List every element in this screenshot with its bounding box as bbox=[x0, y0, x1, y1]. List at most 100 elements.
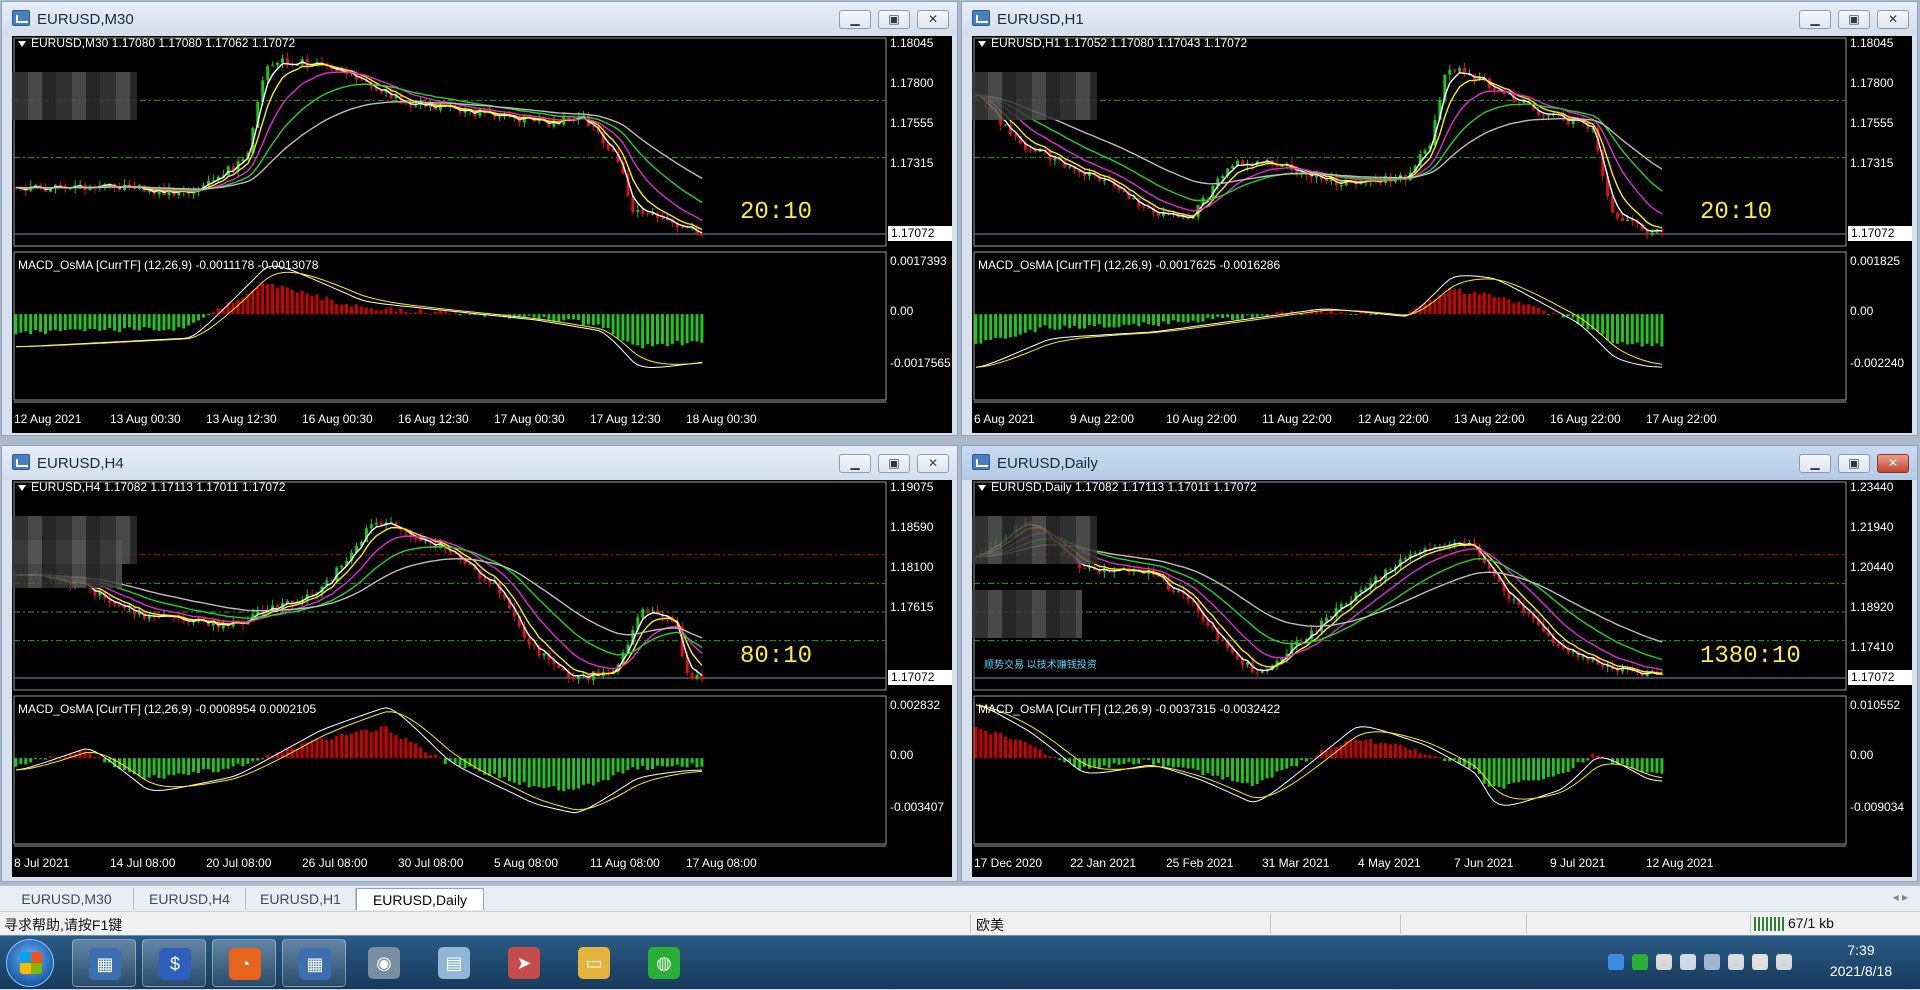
collapse-triangle-icon[interactable] bbox=[978, 484, 986, 491]
chart-area[interactable]: EURUSD,H1 1.17052 1.17080 1.17043 1.1707… bbox=[972, 36, 1912, 433]
candle bbox=[1537, 106, 1541, 118]
macd-bar bbox=[572, 314, 576, 320]
macd-bar bbox=[1250, 314, 1254, 318]
macd-bar bbox=[1053, 314, 1057, 330]
minimize-button[interactable]: ▁ bbox=[839, 10, 871, 29]
chart-window-bl[interactable]: EURUSD,H4 ▁ ▣ ✕ EURUSD,H4 1.17082 1.1711… bbox=[1, 445, 958, 882]
window-titlebar[interactable]: EURUSD,H1 ▁ ▣ ✕ bbox=[962, 2, 1917, 36]
macd-bar bbox=[34, 758, 38, 760]
macd-bar bbox=[428, 313, 432, 315]
mute-icon[interactable] bbox=[1752, 954, 1768, 970]
macd-bar bbox=[1186, 758, 1190, 769]
macd-bar bbox=[1556, 313, 1560, 315]
current-price-tag: 1.17072 bbox=[1848, 670, 1912, 685]
macd-bar bbox=[359, 730, 363, 759]
wechat-tray-icon[interactable] bbox=[1632, 954, 1648, 970]
orange-browser-app[interactable]: ◔ bbox=[212, 939, 276, 987]
price-scale-label: 1.17615 bbox=[890, 600, 934, 614]
camera-app[interactable]: ◉ bbox=[352, 939, 416, 987]
tab-eurusd-m30[interactable]: EURUSD,M30 bbox=[0, 888, 134, 910]
clock[interactable]: 7:39 2021/8/18 bbox=[1808, 940, 1914, 982]
notes-app[interactable]: ▤ bbox=[422, 939, 486, 987]
macd-bar bbox=[1161, 758, 1165, 767]
tab-eurusd-daily[interactable]: EURUSD,Daily bbox=[356, 888, 484, 910]
window-titlebar[interactable]: EURUSD,M30 ▁ ▣ ✕ bbox=[2, 2, 957, 36]
candle bbox=[1453, 68, 1457, 74]
signal-icon[interactable] bbox=[1776, 954, 1792, 970]
shield-icon[interactable] bbox=[1608, 954, 1624, 970]
macd-bar bbox=[394, 311, 398, 315]
minimize-button[interactable]: ▁ bbox=[839, 454, 871, 473]
mt4-second-app[interactable]: ▦ bbox=[282, 939, 346, 987]
chart-window-tr[interactable]: EURUSD,H1 ▁ ▣ ✕ EURUSD,H1 1.17052 1.1708… bbox=[961, 1, 1918, 436]
close-button[interactable]: ✕ bbox=[917, 10, 949, 29]
macd-bar bbox=[1625, 314, 1629, 345]
macd-bar bbox=[1033, 747, 1037, 759]
dollar-app[interactable]: $ bbox=[142, 939, 206, 987]
macd-bar bbox=[1191, 758, 1195, 769]
macd-bar bbox=[1102, 758, 1106, 766]
minimize-button[interactable]: ▁ bbox=[1799, 10, 1831, 29]
start-button[interactable] bbox=[6, 939, 54, 987]
macd-bar bbox=[256, 758, 260, 761]
close-button[interactable]: ✕ bbox=[1877, 454, 1909, 473]
macd-bar bbox=[537, 758, 541, 787]
dollar-app-icon: $ bbox=[159, 948, 191, 980]
chart-area[interactable]: EURUSD,Daily 1.17082 1.17113 1.17011 1.1… bbox=[972, 480, 1912, 877]
macd-bar bbox=[280, 285, 284, 315]
chart-area[interactable]: EURUSD,M30 1.17080 1.17080 1.17062 1.170… bbox=[12, 36, 952, 433]
tab-eurusd-h4[interactable]: EURUSD,H4 bbox=[134, 888, 246, 910]
time-axis-label: 16 Aug 00:30 bbox=[302, 412, 373, 426]
monitor-icon[interactable] bbox=[1704, 954, 1720, 970]
tab-eurusd-h1[interactable]: EURUSD,H1 bbox=[246, 888, 356, 910]
speaker-icon[interactable] bbox=[1680, 954, 1696, 970]
maximize-button[interactable]: ▣ bbox=[878, 10, 910, 29]
macd-bar bbox=[24, 314, 28, 332]
chart-window-br[interactable]: EURUSD,Daily ▁ ▣ ✕ EURUSD,Daily 1.17082 … bbox=[961, 445, 1918, 882]
pen-icon[interactable] bbox=[1656, 954, 1672, 970]
connection-status[interactable]: 67/1 kb bbox=[1754, 915, 1834, 932]
obscured-watermark bbox=[972, 72, 1097, 120]
price-scale-label: 1.17410 bbox=[1850, 640, 1894, 654]
close-button[interactable]: ✕ bbox=[917, 454, 949, 473]
usb-icon[interactable] bbox=[1728, 954, 1744, 970]
macd-bar bbox=[1008, 314, 1012, 338]
macd-bar bbox=[384, 726, 388, 759]
macd-bar bbox=[1152, 758, 1156, 765]
mt4-window-app[interactable]: ▦ bbox=[72, 939, 136, 987]
maximize-button[interactable]: ▣ bbox=[1838, 10, 1870, 29]
price-scale-label: 1.17315 bbox=[1850, 156, 1894, 170]
macd-bar bbox=[1541, 758, 1545, 780]
chart-window-tl[interactable]: EURUSD,M30 ▁ ▣ ✕ EURUSD,M30 1.17080 1.17… bbox=[1, 1, 958, 436]
macd-bar bbox=[1221, 314, 1225, 319]
wechat-app-icon: ◍ bbox=[648, 947, 680, 979]
window-titlebar[interactable]: EURUSD,H4 ▁ ▣ ✕ bbox=[2, 446, 957, 480]
macd-bar bbox=[1635, 314, 1639, 343]
wechat-app[interactable]: ◍ bbox=[632, 939, 696, 987]
macd-bar bbox=[1092, 314, 1096, 327]
pointer-app[interactable]: ➤ bbox=[492, 939, 556, 987]
folder-app[interactable]: ▭ bbox=[562, 939, 626, 987]
candle bbox=[656, 210, 660, 223]
macd-bar bbox=[655, 758, 659, 766]
collapse-triangle-icon[interactable] bbox=[978, 40, 986, 47]
macd-bar bbox=[1142, 758, 1146, 760]
close-button[interactable]: ✕ bbox=[1877, 10, 1909, 29]
obscured-watermark bbox=[12, 540, 122, 588]
collapse-triangle-icon[interactable] bbox=[18, 40, 26, 47]
candle bbox=[478, 108, 482, 119]
minimize-button[interactable]: ▁ bbox=[1799, 454, 1831, 473]
macd-bar bbox=[547, 314, 551, 320]
collapse-triangle-icon[interactable] bbox=[18, 484, 26, 491]
macd-bar bbox=[631, 758, 635, 768]
macd-bar bbox=[1008, 739, 1012, 759]
macd-bar bbox=[1620, 314, 1624, 343]
macd-bar bbox=[1354, 314, 1358, 316]
window-titlebar[interactable]: EURUSD,Daily ▁ ▣ ✕ bbox=[962, 446, 1917, 480]
tab-scroll-arrows[interactable]: ◂ ▸ bbox=[1893, 890, 1908, 904]
candle bbox=[522, 114, 526, 128]
maximize-button[interactable]: ▣ bbox=[1838, 454, 1870, 473]
maximize-button[interactable]: ▣ bbox=[878, 454, 910, 473]
chart-area[interactable]: EURUSD,H4 1.17082 1.17113 1.17011 1.1707… bbox=[12, 480, 952, 877]
macd-bar bbox=[137, 758, 141, 777]
